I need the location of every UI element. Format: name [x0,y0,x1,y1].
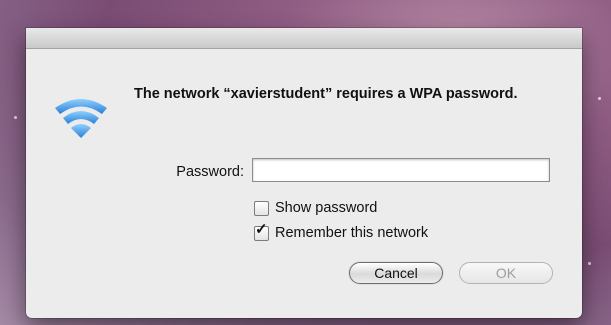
ok-button[interactable]: OK [459,262,553,284]
show-password-label: Show password [275,200,378,216]
dialog-message: The network “xavierstudent” requires a W… [134,86,518,102]
show-password-checkbox-box[interactable] [254,200,269,216]
remember-network-label: Remember this network [275,225,429,241]
desktop-sparkle [14,116,17,119]
wifi-password-dialog: The network “xavierstudent” requires a W… [26,28,582,318]
remember-network-checkbox-box[interactable]: ✓ [254,222,269,241]
password-label: Password: [176,164,244,180]
dialog-titlebar [26,28,582,49]
show-password-checkbox[interactable]: Show password [254,200,377,216]
checkmark-icon: ✓ [255,220,268,238]
desktop-sparkle [598,97,601,100]
remember-network-checkbox[interactable]: ✓ Remember this network [254,222,429,241]
cancel-button[interactable]: Cancel [349,262,443,284]
desktop-sparkle [588,262,591,265]
wifi-icon [55,99,107,138]
password-input[interactable] [252,158,550,182]
